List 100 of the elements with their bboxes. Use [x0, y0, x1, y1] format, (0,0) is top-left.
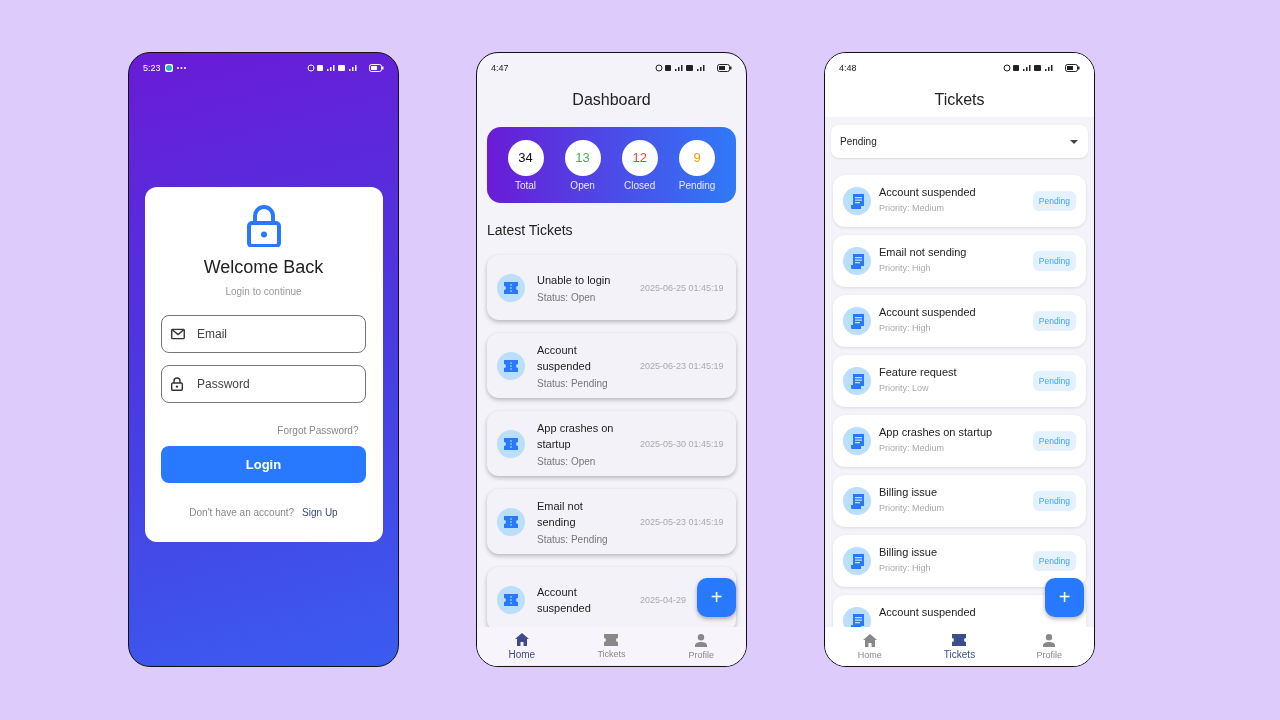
mail-icon	[171, 328, 185, 340]
nav-tab[interactable]: Tickets	[929, 633, 990, 660]
ticket-icon	[504, 437, 518, 450]
ticket-icon	[604, 634, 619, 646]
document-icon	[850, 433, 864, 449]
login-subtitle: Login to continue	[225, 286, 302, 297]
home-icon	[862, 633, 877, 647]
document-icon	[850, 373, 864, 389]
ticket-date: 2025-06-25 01:45:19	[640, 282, 724, 293]
ticket-card[interactable]: App crashes on startup Priority: Medium Pending	[833, 415, 1086, 467]
status-badge: Pending	[1032, 431, 1076, 451]
ticket-card[interactable]: Account suspended Priority: Medium Pending	[833, 175, 1086, 227]
status-time: 4:47	[491, 63, 509, 73]
ticket-priority: Priority: Low	[879, 383, 930, 393]
ticket-icon	[504, 515, 518, 528]
ticket-title: Account suspended	[879, 306, 977, 318]
ticket-icon	[504, 281, 518, 294]
document-icon	[850, 493, 864, 509]
person-icon	[1043, 633, 1056, 647]
ticket-title: Account suspended	[537, 343, 592, 374]
ticket-title: Unable to login	[537, 273, 612, 288]
ticket-card[interactable]: Feature request Priority: Low Pending	[833, 355, 1086, 407]
document-icon	[850, 313, 864, 329]
ticket-status: Status: Pending	[537, 534, 609, 545]
ticket-card[interactable]: Email not sending Priority: High Pending	[833, 235, 1086, 287]
ticket-title: App crashes on startup	[879, 426, 994, 438]
home-icon	[514, 633, 529, 646]
lock-icon	[246, 205, 281, 247]
ticket-title: App crashes on startup	[537, 421, 615, 452]
login-button[interactable]: Login	[161, 446, 366, 483]
ticket-date: 2025-05-30 01:45:19	[640, 438, 724, 449]
status-badge: Pending	[1032, 251, 1076, 271]
ticket-card[interactable]: Account suspended Priority: High Pending	[833, 295, 1086, 347]
ticket-title: Email not sending	[879, 246, 968, 258]
status-dropdown[interactable]: Pending	[831, 125, 1088, 158]
add-button[interactable]: +	[697, 578, 736, 617]
nav-tab[interactable]: Profile	[1019, 633, 1080, 660]
ticket-priority: Priority: Medium	[879, 203, 945, 213]
nav-tab[interactable]: Home	[491, 633, 552, 660]
section-title: Latest Tickets	[487, 222, 574, 238]
ticket-card[interactable]: Unable to login Status: Open 2025-06-25 01:45:19	[487, 255, 736, 320]
ticket-icon	[504, 593, 518, 606]
ticket-priority: Priority: Medium	[879, 503, 945, 513]
ticket-title: Billing issue	[879, 486, 939, 498]
status-badge: Pending	[1032, 191, 1076, 211]
battery-icon	[1065, 64, 1080, 72]
screen-title: Tickets	[934, 91, 985, 109]
status-badge: Pending	[1032, 551, 1076, 571]
nav-tab[interactable]: Home	[839, 633, 900, 660]
document-icon	[850, 193, 864, 209]
email-field[interactable]: Email	[161, 315, 366, 353]
ticket-icon	[504, 359, 518, 372]
password-field[interactable]: Password	[161, 365, 366, 403]
nav-tab[interactable]: Tickets	[581, 634, 642, 659]
ticket-title: Email not sending	[537, 499, 584, 530]
ticket-date: 2025-06-23 01:45:19	[640, 360, 724, 371]
app-notification-icon	[164, 64, 173, 72]
ticket-date: 2025-05-23 01:45:19	[640, 516, 724, 527]
screen-title: Dashboard	[572, 90, 651, 109]
ticket-date: 2025-04-29	[640, 594, 687, 605]
signup-prompt: Don't have an account?	[189, 507, 295, 518]
ticket-status: Status: Open	[537, 292, 597, 303]
ticket-card[interactable]: Account suspended Status: Pending 2025-06-23 01:45:19	[487, 333, 736, 398]
welcome-title: Welcome Back	[203, 257, 324, 278]
ticket-title: Billing issue	[879, 546, 939, 558]
status-badge: Pending	[1032, 371, 1076, 391]
ticket-card[interactable]: App crashes on startup Status: Open 2025-05-30 01:45:19	[487, 411, 736, 476]
ticket-status: Status: Open	[537, 456, 597, 467]
ticket-priority: Priority: High	[879, 323, 932, 333]
ticket-title: Account suspended	[879, 186, 977, 198]
document-icon	[850, 553, 864, 569]
stat-label: Open	[570, 179, 595, 191]
ticket-priority: Priority: High	[879, 563, 932, 573]
document-icon	[850, 613, 864, 627]
stat-count: 12	[621, 139, 658, 176]
battery-icon	[717, 64, 732, 72]
stat-label: Pending	[678, 179, 716, 191]
ticket-title: Account suspended	[537, 584, 592, 616]
ticket-priority: Priority: High	[879, 263, 932, 273]
status-time: 4:48	[839, 63, 857, 73]
ticket-title: Account suspended	[879, 606, 977, 618]
lock-icon	[171, 377, 183, 391]
stat-count: 34	[507, 139, 544, 176]
ticket-card[interactable]: Billing issue Priority: Medium Pending	[833, 475, 1086, 527]
stat-count: 9	[679, 139, 716, 176]
ticket-card[interactable]: Email not sending Status: Pending 2025-05-23 01:45:19	[487, 489, 736, 554]
stat-label: Closed	[624, 179, 656, 191]
signup-link[interactable]: Sign Up	[302, 507, 338, 518]
dropdown-caret-icon	[1070, 139, 1078, 144]
ticket-priority: Priority: Medium	[879, 443, 945, 453]
ticket-card[interactable]: Billing issue Priority: High Pending	[833, 535, 1086, 587]
add-button[interactable]: +	[1045, 578, 1084, 617]
forgot-password-link[interactable]: Forgot Password?	[277, 425, 359, 436]
document-icon	[850, 253, 864, 269]
status-badge: Pending	[1032, 491, 1076, 511]
nav-tab[interactable]: Profile	[671, 633, 732, 660]
person-icon	[695, 633, 708, 647]
stat-label: Total	[514, 179, 537, 191]
ticket-status: Status: Pending	[537, 378, 609, 389]
ticket-icon	[952, 633, 967, 646]
